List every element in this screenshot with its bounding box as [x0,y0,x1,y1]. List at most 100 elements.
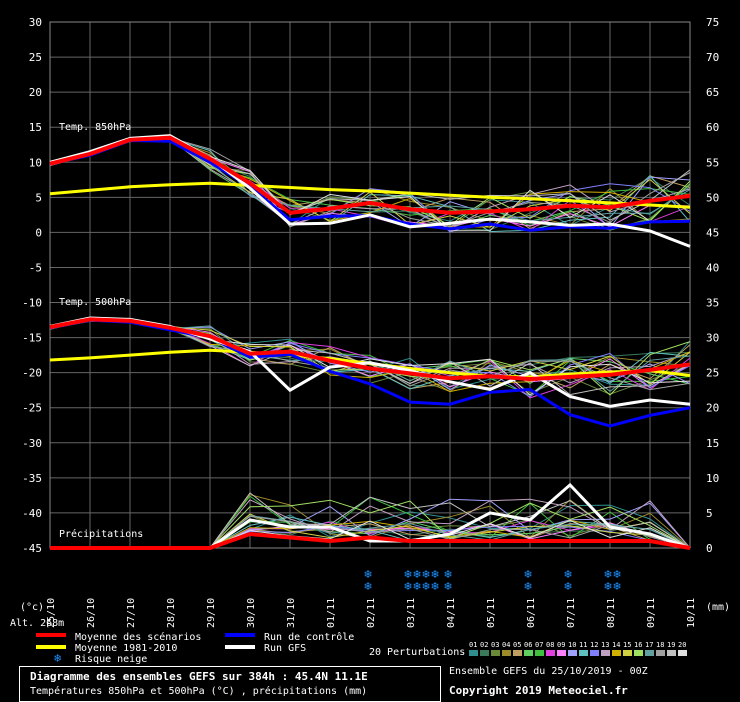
right-tick-label: 15 [706,437,719,450]
legend-label-perturbations: 20 Perturbations [369,647,465,658]
perturbation-swatch [634,650,643,656]
footer-title: Diagramme des ensembles GEFS sur 384h : … [30,670,368,683]
left-tick-label: -25 [22,402,42,415]
left-tick-label: 30 [29,16,42,29]
right-tick-label: 25 [706,367,719,380]
legend-swatch-mean [36,633,66,637]
perturbation-number: 13 [601,641,609,649]
x-tick-label: 27/10 [126,598,137,628]
legend-label-gfs: Run GFS [264,643,306,654]
left-tick-label: 10 [29,156,42,169]
perturbation-swatch [645,650,654,656]
snowflake-icon: ❄ [412,580,421,593]
snowflake-icon: ❄ [403,580,412,593]
snowflake-icon: ❄ [523,580,532,593]
legend-swatch-clim [36,645,66,649]
right-tick-label: 35 [706,297,719,310]
altitude-label: Alt. 268m [10,618,64,629]
perturbation-number: 04 [502,641,510,649]
snowflake-icon: ❄ [563,580,572,593]
perturbation-number: 02 [480,641,488,649]
x-tick-label: 02/11 [366,598,377,628]
snowflake-icon: ❄ [612,580,621,593]
left-tick-label: -45 [22,542,42,555]
left-tick-label: -30 [22,437,42,450]
footer-run: Ensemble GEFS du 25/10/2019 - 00Z [449,666,648,677]
perturbation-swatch [601,650,610,656]
left-tick-label: -5 [29,261,42,274]
left-tick-label: -35 [22,472,42,485]
perturbation-number: 15 [623,641,631,649]
right-tick-label: 60 [706,121,719,134]
snowflake-icon: ❄ [430,580,439,593]
perturbation-number: 20 [678,641,686,649]
footer-copyright: Copyright 2019 Meteociel.fr [449,684,628,697]
x-tick-label: 05/11 [486,598,497,628]
right-tick-label: 75 [706,16,719,29]
right-tick-label: 20 [706,402,719,415]
right-tick-label: 70 [706,51,719,64]
perturbation-number: 14 [612,641,620,649]
perturbation-swatch [678,650,687,656]
left-tick-label: 0 [35,226,42,239]
gefs-ensemble-chart: 302520151050-5-10-15-20-25-30-35-40-45 7… [0,0,740,700]
left-tick-label: 5 [35,191,42,204]
snowflake-icon: ❄ [443,580,452,593]
perturbation-number: 03 [491,641,499,649]
left-tick-label: 25 [29,51,42,64]
x-tick-label: 01/11 [326,598,337,628]
perturbation-number: 08 [546,641,554,649]
perturbation-swatch [491,650,500,656]
x-tick-label: 04/11 [446,598,457,628]
unit-left: (°c) [20,602,44,613]
perturbation-swatch [469,650,478,656]
perturbation-number: 12 [590,641,598,649]
footer-subtitle: Températures 850hPa et 500hPa (°C) , pré… [30,686,368,697]
snowflake-icon: ❄ [54,651,61,665]
perturbation-swatch [667,650,676,656]
perturbation-number: 19 [667,641,675,649]
legend-label-mean: Moyenne des scénarios [75,631,201,643]
left-tick-label: 20 [29,86,42,99]
perturbation-swatch [535,650,544,656]
panel-label-t850: Temp. 850hPa [59,122,131,133]
perturbation-number: 17 [645,641,653,649]
perturbation-number: 06 [524,641,532,649]
panel-label-t500: Temp. 500hPa [59,297,131,308]
perturbation-swatch [568,650,577,656]
perturbation-number: 18 [656,641,664,649]
perturbation-swatch [612,650,621,656]
perturbation-swatch [579,650,588,656]
right-tick-label: 5 [706,507,713,520]
right-tick-label: 45 [706,226,719,239]
perturbation-swatch [546,650,555,656]
perturbation-number: 16 [634,641,642,649]
unit-right: (mm) [706,602,730,613]
perturbation-swatch [557,650,566,656]
perturbation-number: 09 [557,641,565,649]
left-tick-label: -15 [22,332,42,345]
right-tick-label: 50 [706,191,719,204]
x-tick-label: 10/11 [686,598,697,628]
snowflake-icon: ❄ [421,580,430,593]
footer-title-box: Diagramme des ensembles GEFS sur 384h : … [19,666,441,702]
legend-label-clim: Moyenne 1981-2010 [75,643,177,654]
right-tick-label: 30 [706,332,719,345]
perturbation-number: 05 [513,641,521,649]
perturbation-swatch [513,650,522,656]
left-tick-label: 15 [29,121,42,134]
perturbation-number: 07 [535,641,543,649]
x-tick-label: 07/11 [566,598,577,628]
x-tick-label: 29/10 [206,598,217,628]
x-tick-label: 31/10 [286,598,297,628]
perturbation-number: 11 [579,641,587,649]
right-tick-label: 65 [706,86,719,99]
snowflake-icon: ❄ [363,580,372,593]
perturbation-number: 01 [469,641,477,649]
perturbation-swatch [524,650,533,656]
perturbation-number: 10 [568,641,576,649]
right-tick-label: 0 [706,542,713,555]
legend-swatch-gfs [225,645,255,649]
x-tick-label: 08/11 [606,598,617,628]
left-tick-label: -10 [22,297,42,310]
